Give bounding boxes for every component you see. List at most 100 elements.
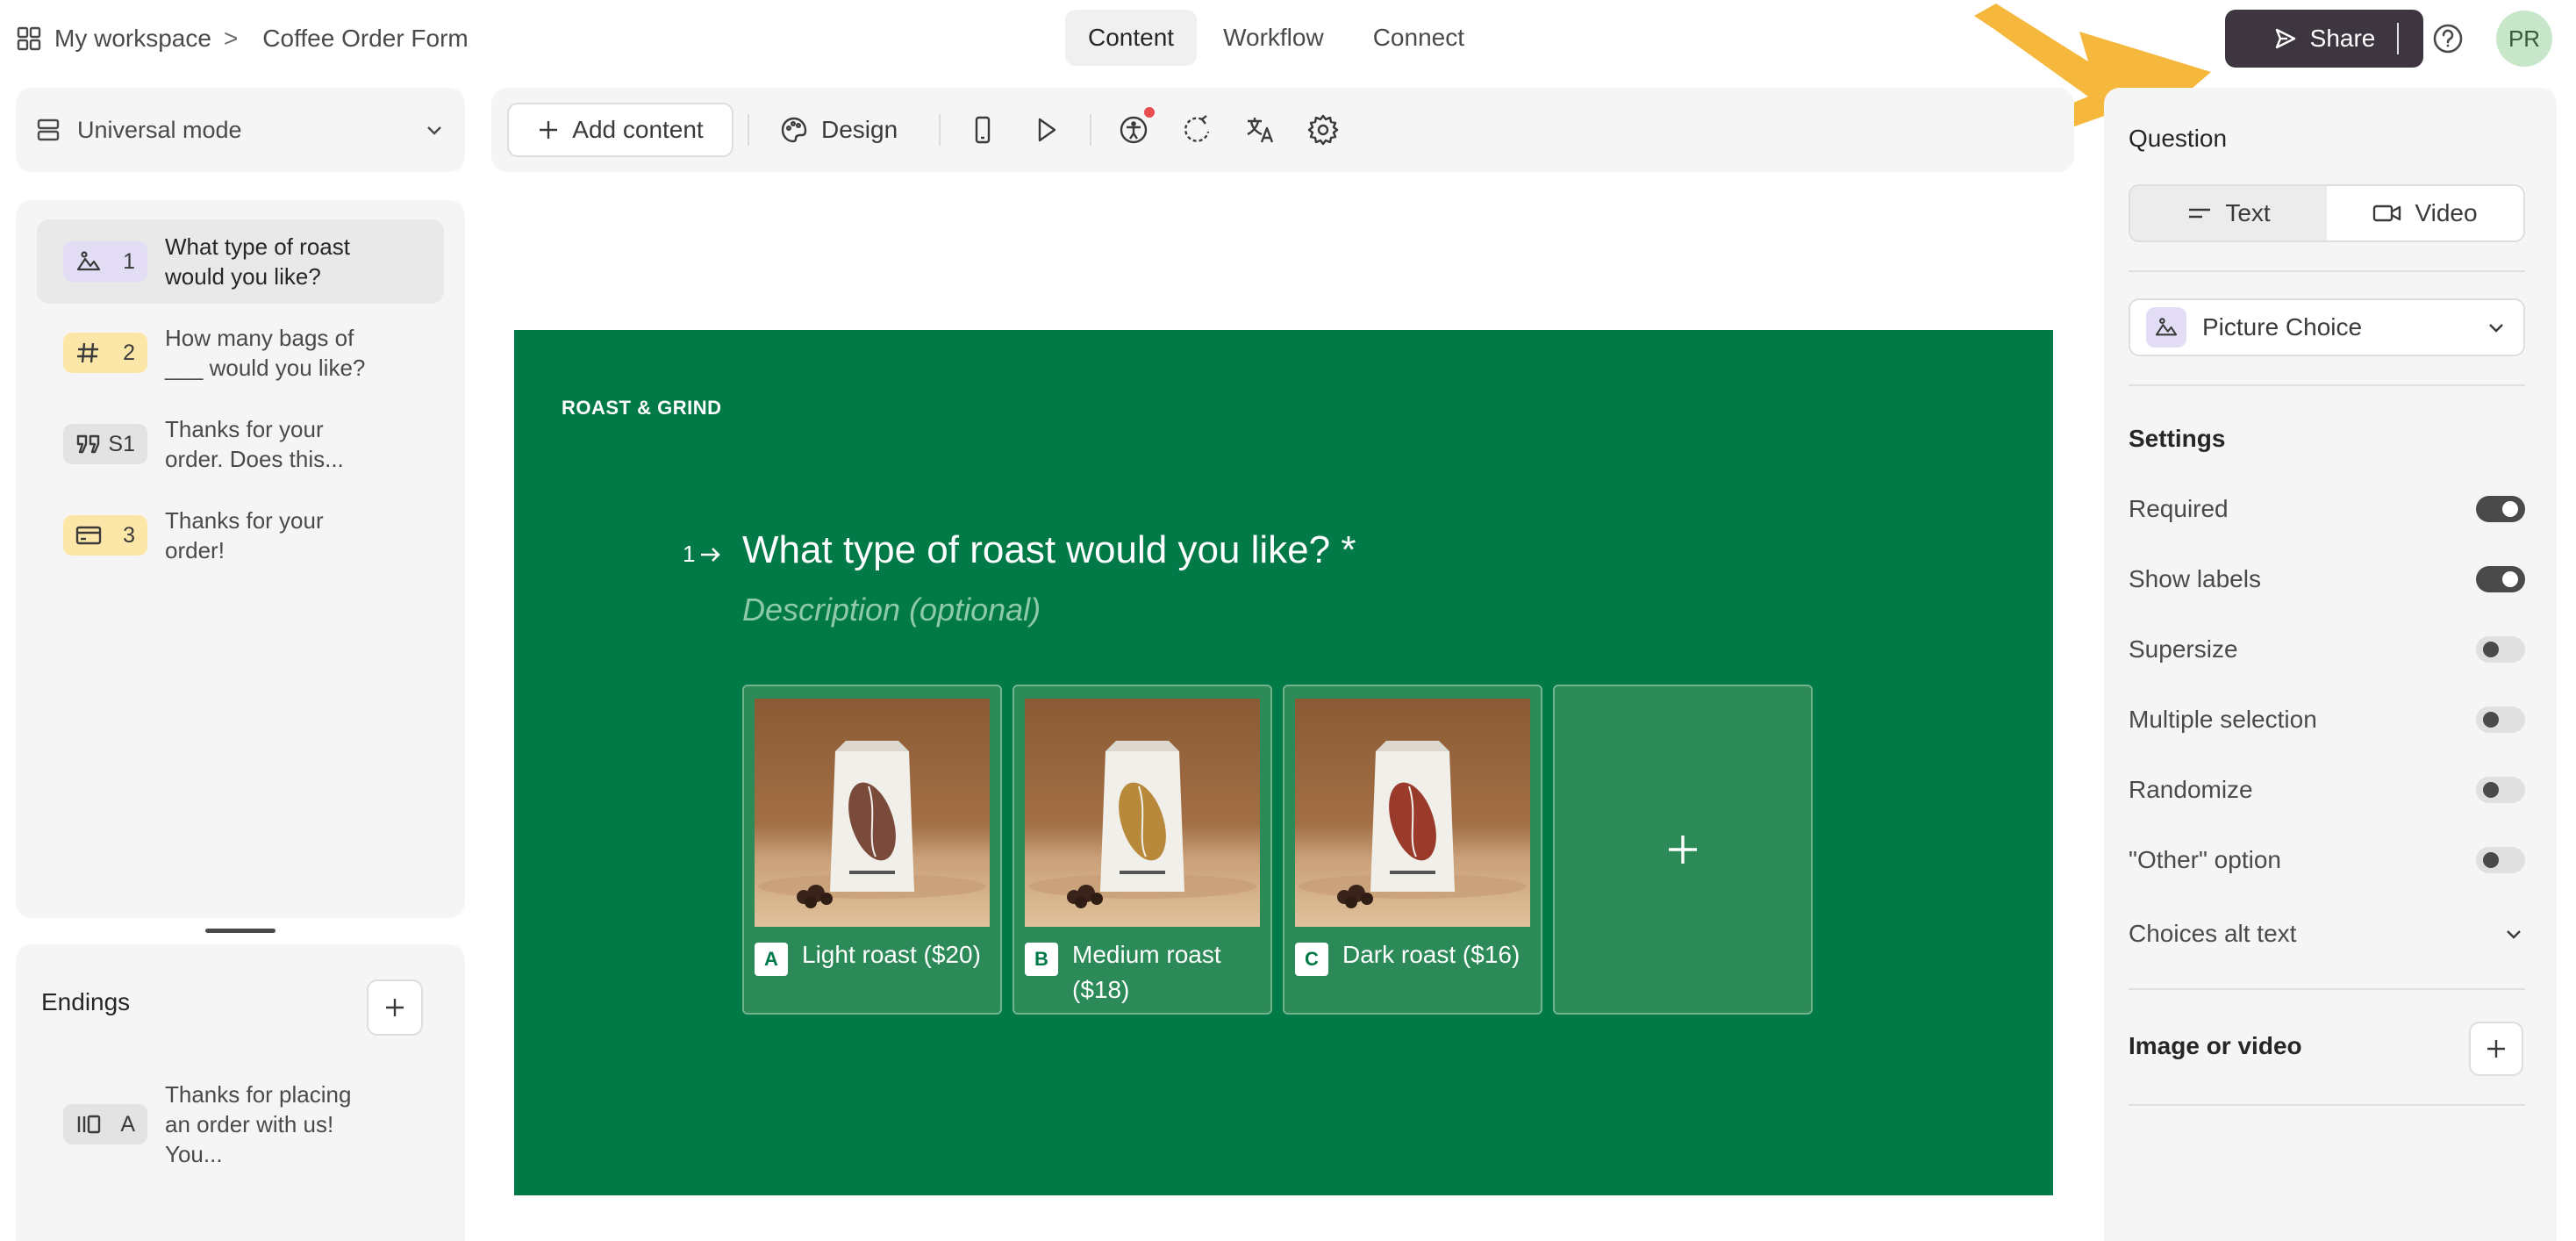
question-item-1[interactable]: 1 What type of roast would you like?	[37, 219, 444, 304]
choice-card-a[interactable]: A Light roast ($20)	[742, 685, 1002, 1015]
question-badge: 2	[63, 333, 147, 373]
setting-other-option: "Other" option	[2129, 843, 2525, 878]
share-button[interactable]: Share	[2225, 10, 2423, 68]
panel-divider	[2129, 988, 2525, 990]
video-format-label: Video	[2415, 199, 2478, 226]
header-divider	[2397, 23, 2399, 54]
choice-card-b[interactable]: B Medium roast ($18)	[1013, 685, 1272, 1015]
logic-icon[interactable]	[1179, 112, 1214, 147]
share-label: Share	[2309, 25, 2376, 52]
mode-label: Universal mode	[77, 116, 242, 143]
setting-label: Multiple selection	[2129, 706, 2317, 733]
video-camera-icon	[2372, 203, 2402, 224]
choice-label[interactable]: Medium roast ($18)	[1072, 937, 1265, 1008]
chevron-down-icon	[2485, 316, 2508, 339]
question-number-indicator: 1	[683, 541, 723, 568]
mobile-preview-icon[interactable]	[965, 112, 1000, 147]
play-preview-icon[interactable]	[1028, 112, 1063, 147]
text-format-label: Text	[2225, 199, 2271, 226]
add-media-button[interactable]	[2469, 1022, 2523, 1076]
payment-icon	[75, 525, 102, 546]
question-text: Thanks for your order. Does this...	[165, 416, 344, 472]
ending-letter: A	[120, 1111, 135, 1137]
question-item-s1[interactable]: S1 Thanks for your order. Does this...	[37, 402, 444, 486]
add-choice-button[interactable]	[1553, 685, 1813, 1015]
plus-icon	[537, 118, 560, 141]
choice-label[interactable]: Light roast ($20)	[802, 937, 995, 972]
question-title[interactable]: What type of roast would you like? *	[742, 528, 1356, 572]
randomize-toggle[interactable]	[2476, 777, 2525, 803]
translate-icon[interactable]	[1242, 112, 1277, 147]
breadcrumb-form-name[interactable]: Coffee Order Form	[262, 25, 468, 53]
ending-text: Thanks for placing an order with us! You…	[165, 1081, 352, 1167]
add-content-label: Add content	[572, 116, 704, 143]
other-option-toggle[interactable]	[2476, 847, 2525, 873]
choice-card-c[interactable]: C Dark roast ($16)	[1283, 685, 1542, 1015]
question-number: 3	[123, 522, 135, 548]
question-badge: 1	[63, 241, 147, 282]
settings-gear-icon[interactable]	[1306, 112, 1341, 147]
tab-workflow[interactable]: Workflow	[1200, 10, 1347, 66]
panel-divider	[2129, 1104, 2525, 1106]
toolbar-divider	[939, 114, 941, 146]
question-number: S1	[108, 431, 135, 456]
palette-icon	[779, 115, 809, 145]
resize-handle[interactable]	[205, 929, 275, 933]
ending-item-a[interactable]: A Thanks for placing an order with us! Y…	[63, 1080, 376, 1169]
question-badge: S1	[63, 424, 147, 464]
chevron-down-icon	[2502, 922, 2525, 945]
question-list: 1 What type of roast would you like? 2 H…	[16, 200, 465, 918]
panel-divider	[2129, 384, 2525, 386]
plus-icon	[383, 995, 407, 1020]
panel-divider	[2129, 270, 2525, 272]
plus-icon	[1665, 832, 1700, 867]
form-preview-canvas: ROAST & GRIND 1 What type of roast would…	[514, 330, 2053, 1195]
question-type-select[interactable]: Picture Choice	[2129, 298, 2525, 356]
picture-choice-icon	[75, 250, 102, 273]
toolbar-divider	[748, 114, 749, 146]
design-label: Design	[821, 116, 898, 143]
add-ending-button[interactable]	[367, 979, 423, 1036]
required-toggle[interactable]	[2476, 496, 2525, 522]
quote-icon	[75, 433, 102, 456]
question-item-3[interactable]: 3 Thanks for your order!	[37, 493, 444, 577]
question-description[interactable]: Description (optional)	[742, 592, 1041, 628]
question-number: 1	[123, 248, 135, 274]
video-format-button[interactable]: Video	[2327, 186, 2523, 240]
choices-alt-text-expander[interactable]: Choices alt text	[2129, 916, 2525, 951]
add-content-button[interactable]: Add content	[507, 103, 733, 157]
plus-icon	[2485, 1037, 2508, 1060]
question-text: Thanks for your order!	[165, 507, 324, 563]
choice-key: A	[755, 943, 788, 976]
setting-label: Randomize	[2129, 776, 2253, 803]
setting-show-labels: Show labels	[2129, 562, 2525, 597]
text-lines-icon	[2186, 204, 2213, 222]
choice-label[interactable]: Dark roast ($16)	[1342, 937, 1535, 972]
coffee-bag-image	[755, 699, 990, 927]
design-button[interactable]: Design	[779, 109, 898, 151]
avatar[interactable]: PR	[2496, 11, 2552, 67]
number-icon	[75, 341, 100, 365]
question-text: What type of roast would you like?	[165, 233, 350, 290]
show-labels-toggle[interactable]	[2476, 566, 2525, 592]
breadcrumb-workspace[interactable]: My workspace	[54, 25, 211, 53]
apps-grid-icon[interactable]	[16, 25, 42, 52]
toolbar-divider	[1090, 114, 1091, 146]
multiple-selection-toggle[interactable]	[2476, 707, 2525, 733]
endings-title: Endings	[41, 988, 131, 1015]
media-section-title: Image or video	[2129, 1032, 2302, 1059]
chevron-down-icon	[423, 118, 446, 141]
question-text: How many bags of ___ would you like?	[165, 325, 366, 381]
coffee-bag-image	[1295, 699, 1530, 927]
accessibility-icon[interactable]	[1116, 112, 1151, 147]
tab-content[interactable]: Content	[1065, 10, 1198, 66]
question-format-toggle: Text Video	[2129, 184, 2525, 242]
ending-badge: A	[63, 1104, 147, 1144]
supersize-toggle[interactable]	[2476, 636, 2525, 663]
tab-connect[interactable]: Connect	[1350, 10, 1487, 66]
setting-label: Show labels	[2129, 565, 2261, 592]
help-icon[interactable]	[2430, 21, 2465, 56]
question-item-2[interactable]: 2 How many bags of ___ would you like?	[37, 311, 444, 395]
text-format-button[interactable]: Text	[2130, 186, 2327, 240]
mode-selector[interactable]: Universal mode	[16, 88, 465, 172]
